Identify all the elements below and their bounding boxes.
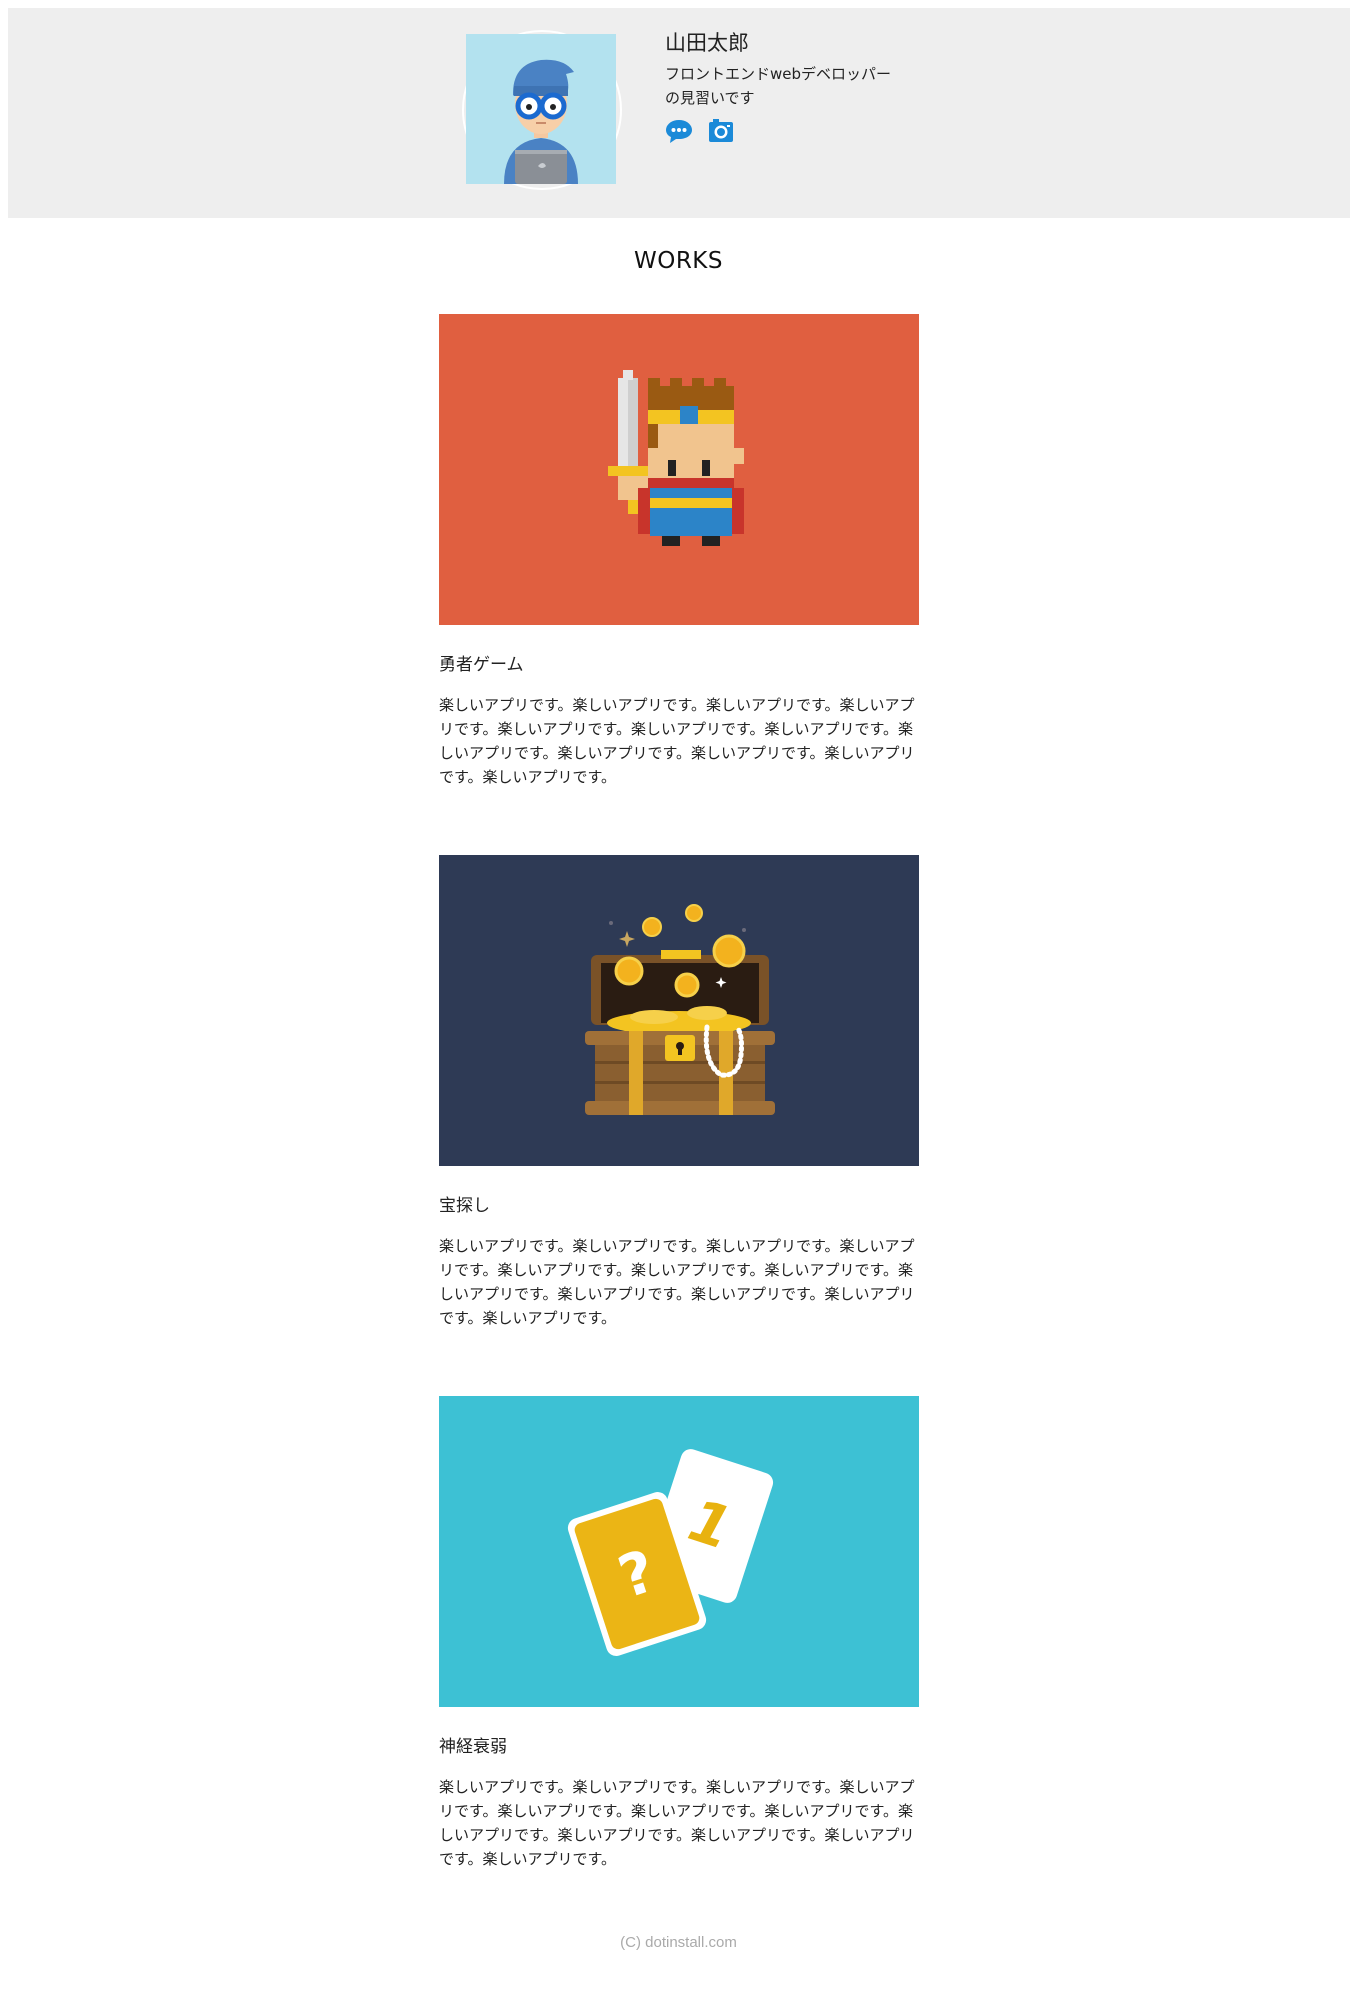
profile-name: 山田太郎 — [665, 31, 749, 55]
avatar-image — [466, 34, 616, 184]
work-title: 勇者ゲーム — [439, 655, 524, 675]
developer-avatar-icon — [466, 34, 616, 184]
work-image[interactable]: 1 ? — [439, 1396, 919, 1707]
work-item-hero-game: 勇者ゲーム 楽しいアプリです。楽しいアプリです。楽しいアプリです。楽しいアプリで… — [439, 314, 919, 789]
camera-icon[interactable] — [707, 118, 735, 144]
work-description: 楽しいアプリです。楽しいアプリです。楽しいアプリです。楽しいアプリです。楽しいア… — [439, 1778, 915, 1868]
cards-icon: 1 ? — [439, 1396, 919, 1707]
works-heading: WORKS — [633, 248, 723, 274]
work-item-treasure-hunt: 宝探し 楽しいアプリです。楽しいアプリです。楽しいアプリです。楽しいアプリです。… — [439, 855, 919, 1330]
work-description: 楽しいアプリです。楽しいアプリです。楽しいアプリです。楽しいアプリです。楽しいア… — [439, 696, 915, 786]
copyright-footer: (C) dotinstall.com — [620, 1934, 737, 1951]
work-title: 神経衰弱 — [439, 1737, 507, 1757]
profile-info: 山田太郎 フロントエンドwebデベロッパーの見習いです — [665, 28, 925, 144]
work-item-memory-game: 1 ? 神経衰弱 楽しいアプリです。楽しいアプリです。楽しいアプリです。楽しいア… — [439, 1396, 919, 1871]
profile-header: 山田太郎 フロントエンドwebデベロッパーの見習いです — [8, 8, 1350, 218]
work-image[interactable] — [439, 855, 919, 1166]
social-icons — [665, 118, 925, 144]
work-description: 楽しいアプリです。楽しいアプリです。楽しいアプリです。楽しいアプリです。楽しいア… — [439, 1237, 915, 1327]
treasure-chest-icon — [439, 855, 919, 1166]
work-image[interactable] — [439, 314, 919, 625]
profile-description: フロントエンドwebデベロッパーの見習いです — [665, 65, 892, 107]
work-title: 宝探し — [439, 1196, 490, 1216]
chat-icon[interactable] — [665, 118, 693, 144]
hero-pixel-icon — [439, 314, 919, 625]
avatar — [462, 30, 622, 190]
